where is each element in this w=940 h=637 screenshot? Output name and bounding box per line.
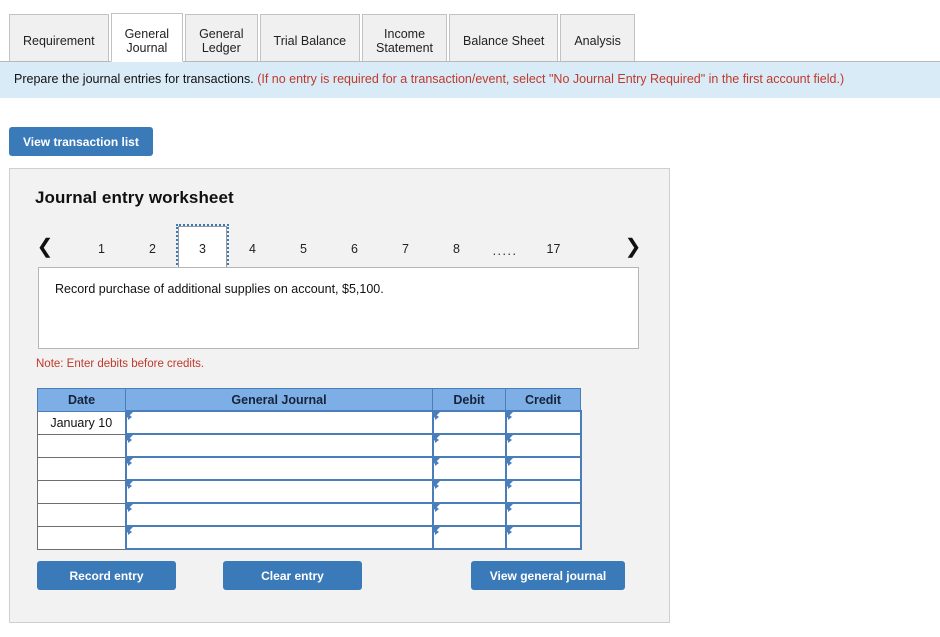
record-entry-button[interactable]: Record entry [37,561,176,590]
cell-account-select[interactable] [124,525,434,550]
page-ellipsis: ..... [492,243,518,258]
table-row [37,525,582,550]
view-general-journal-button[interactable]: View general journal [471,561,625,590]
view-transaction-list-button[interactable]: View transaction list [9,127,153,156]
cell-debit-input[interactable] [431,479,507,504]
instruction-note-text: (If no entry is required for a transacti… [257,72,845,86]
cell-date[interactable] [37,525,126,550]
cell-date[interactable] [37,456,126,481]
page-number-4[interactable]: 4 [227,229,278,269]
cell-credit-input[interactable] [504,525,582,550]
cell-date[interactable] [37,479,126,504]
page-number-6[interactable]: 6 [329,229,380,269]
page-number-3[interactable]: 3 [176,224,229,273]
table-row [37,456,582,481]
cell-account-select[interactable] [124,456,434,481]
cell-date[interactable]: January 10 [37,410,126,435]
journal-entry-worksheet-panel: Journal entry worksheet ❮ 1 2 3 4 5 6 7 8..... 1… [9,168,670,623]
tab-analysis[interactable]: Analysis [560,14,635,62]
page-number-8[interactable]: 8 [431,229,482,269]
tab-trial-balance[interactable]: Trial Balance [259,14,361,62]
transaction-description-text: Record purchase of additional supplies o… [55,282,384,296]
page-number-1[interactable]: 1 [76,229,127,269]
tab-general-ledger[interactable]: General Ledger [185,14,258,62]
column-header-credit: Credit [505,388,581,412]
cell-credit-input[interactable] [504,502,582,527]
tab-list: Requirement General Journal General Ledger… [9,13,635,62]
view-transaction-list-wrap: View transaction list [9,127,153,156]
debits-before-credits-note: Note: Enter debits before credits. [36,358,205,370]
tab-strip: Requirement General Journal General Ledger… [0,0,940,62]
journal-entry-table: Date General Journal Debit Credit Januar… [37,388,582,550]
column-header-general-journal: General Journal [125,388,433,412]
cell-debit-input[interactable] [431,410,507,435]
journal-entry-app: Requirement General Journal General Ledger… [0,0,940,637]
pager-page-list: 1 2 3 4 5 6 7 8..... 17 [76,224,579,273]
cell-debit-input[interactable] [431,456,507,481]
page-number-7[interactable]: 7 [380,229,431,269]
cell-credit-input[interactable] [504,410,582,435]
column-header-date: Date [37,388,126,412]
cell-credit-input[interactable] [504,456,582,481]
instruction-banner: Prepare the journal entries for transact… [0,62,940,98]
cell-debit-input[interactable] [431,502,507,527]
worksheet-title: Journal entry worksheet [35,188,234,207]
tab-requirement[interactable]: Requirement [9,14,109,62]
cell-debit-input[interactable] [431,433,507,458]
cell-account-select[interactable] [124,410,434,435]
journal-table-header-row: Date General Journal Debit Credit [37,388,581,412]
cell-account-select[interactable] [124,502,434,527]
cell-account-select[interactable] [124,433,434,458]
table-row [37,502,582,527]
clear-entry-button[interactable]: Clear entry [223,561,362,590]
journal-table-head: Date General Journal Debit Credit [37,388,581,412]
journal-table-body: January 10 [37,410,582,550]
cell-debit-input[interactable] [431,525,507,550]
page-number-5[interactable]: 5 [278,229,329,269]
column-header-debit: Debit [432,388,506,412]
page-number-last[interactable]: 17 [528,229,579,269]
page-number-2[interactable]: 2 [127,229,178,269]
cell-credit-input[interactable] [504,479,582,504]
cell-date[interactable] [37,433,126,458]
transaction-description-box: Record purchase of additional supplies o… [38,267,639,349]
tab-balance-sheet[interactable]: Balance Sheet [449,14,559,62]
table-row [37,433,582,458]
chevron-right-icon[interactable]: ❯ [620,231,646,261]
tab-income-statement[interactable]: Income Statement [362,14,448,62]
worksheet-pager: ❮ 1 2 3 4 5 6 7 8..... 17 ❯ [32,224,646,273]
chevron-left-icon[interactable]: ❮ [32,231,58,261]
cell-date[interactable] [37,502,126,527]
table-row: January 10 [37,410,582,435]
cell-account-select[interactable] [124,479,434,504]
cell-credit-input[interactable] [504,433,582,458]
worksheet-action-buttons: Record entry Clear entry View general jo… [37,561,645,591]
tab-general-journal[interactable]: General Journal [110,13,184,62]
instruction-main-text: Prepare the journal entries for transact… [14,72,258,86]
table-row [37,479,582,504]
